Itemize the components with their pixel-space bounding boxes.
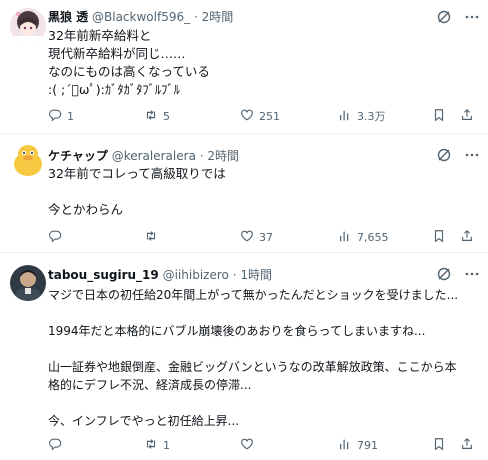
more-icon[interactable] bbox=[464, 9, 480, 29]
reply-count: 1 bbox=[67, 109, 74, 123]
tweet-text-line: 32年前でコレって高級取りでは bbox=[48, 166, 226, 181]
tweet-top-actions bbox=[436, 9, 480, 29]
timestamp[interactable]: 1時間 bbox=[240, 268, 272, 282]
like-button[interactable]: 37 bbox=[240, 228, 273, 246]
repost-icon bbox=[144, 437, 158, 454]
action-bar: 1 5 251 3.3万 bbox=[48, 107, 478, 125]
share-icon bbox=[460, 108, 474, 125]
bookmark-button[interactable] bbox=[432, 436, 446, 454]
user-handle[interactable]: @Blackwolf596_ bbox=[92, 10, 190, 24]
action-bar: 1 791 bbox=[48, 436, 478, 454]
share-icon bbox=[460, 229, 474, 246]
like-icon bbox=[240, 108, 254, 125]
avatar[interactable] bbox=[10, 8, 46, 44]
repost-icon bbox=[144, 108, 158, 125]
view-count: 7,655 bbox=[357, 230, 389, 244]
reply-button[interactable] bbox=[48, 436, 67, 454]
tweet-text-line: :( ;´ﾟωﾟ):ｶﾞﾀｶﾞﾀﾌﾞﾙﾌﾞﾙ bbox=[48, 82, 180, 97]
repost-icon bbox=[144, 229, 158, 246]
tweet-text: 32年前新卒給料と 現代新卒給料が同じ…… なのにものは高くなっている :( ;… bbox=[48, 27, 478, 99]
tweet-header: 黒狼 透 @Blackwolf596_ · 2時間 bbox=[48, 9, 233, 25]
views-button[interactable]: 3.3万 bbox=[338, 107, 386, 125]
tweet-top-actions bbox=[436, 266, 480, 286]
tweet-text-line: 32年前新卒給料と bbox=[48, 28, 152, 43]
bookmark-icon bbox=[432, 229, 446, 246]
bookmark-icon bbox=[432, 108, 446, 125]
like-icon bbox=[240, 437, 254, 454]
bookmark-button[interactable] bbox=[432, 228, 446, 246]
repost-button[interactable]: 5 bbox=[144, 107, 170, 125]
avatar[interactable] bbox=[10, 142, 46, 178]
tweet-top-actions bbox=[436, 147, 480, 167]
more-icon[interactable] bbox=[464, 266, 480, 286]
like-count: 37 bbox=[259, 230, 273, 244]
separator-dot: · bbox=[232, 268, 237, 282]
tweet-text-line: 今とかわらん bbox=[48, 202, 124, 217]
repost-count: 5 bbox=[163, 109, 170, 123]
tweet-header: tabou_sugiru_19 @iihibizero · 1時間 bbox=[48, 267, 272, 283]
action-bar: 37 7,655 bbox=[48, 228, 478, 246]
tweet[interactable]: tabou_sugiru_19 @iihibizero · 1時間 マジで日本の… bbox=[0, 253, 488, 460]
repost-count: 1 bbox=[163, 438, 170, 452]
timestamp[interactable]: 2時間 bbox=[202, 10, 234, 24]
tweet-text-line bbox=[48, 394, 478, 412]
grok-icon[interactable] bbox=[436, 9, 452, 29]
display-name[interactable]: tabou_sugiru_19 bbox=[48, 268, 159, 282]
tweet-text-line bbox=[48, 183, 478, 201]
user-handle[interactable]: @keraleralera bbox=[112, 149, 196, 163]
tweet-text-line: 山一証券や地銀倒産、金融ビッグバンというなの改革解放政策、ここから本 bbox=[48, 360, 457, 374]
views-icon bbox=[338, 229, 352, 246]
tweet-text-line bbox=[48, 304, 478, 322]
repost-button[interactable]: 1 bbox=[144, 436, 170, 454]
reply-icon bbox=[48, 108, 62, 125]
display-name[interactable]: ケチャップ bbox=[48, 149, 108, 163]
grok-icon[interactable] bbox=[436, 147, 452, 167]
user-handle[interactable]: @iihibizero bbox=[163, 268, 229, 282]
tweet[interactable]: ケチャップ @keraleralera · 2時間 32年前でコレって高級取りで… bbox=[0, 134, 488, 252]
tweet-text-line: 現代新卒給料が同じ…… bbox=[48, 46, 186, 61]
reply-button[interactable] bbox=[48, 228, 67, 246]
reply-icon bbox=[48, 437, 62, 454]
share-icon bbox=[460, 437, 474, 454]
tweet-text-line bbox=[48, 340, 478, 358]
tweet[interactable]: 黒狼 透 @Blackwolf596_ · 2時間 32年前新卒給料と 現代新卒… bbox=[0, 0, 488, 133]
like-count: 251 bbox=[259, 109, 280, 123]
view-count: 791 bbox=[357, 438, 378, 452]
display-name[interactable]: 黒狼 透 bbox=[48, 10, 88, 24]
view-count: 3.3万 bbox=[357, 110, 386, 123]
more-icon[interactable] bbox=[464, 147, 480, 167]
grok-icon[interactable] bbox=[436, 266, 452, 286]
tweet-text-line: なのにものは高くなっている bbox=[48, 64, 210, 79]
separator-dot: · bbox=[199, 149, 204, 163]
share-button[interactable] bbox=[460, 228, 474, 246]
share-button[interactable] bbox=[460, 436, 474, 454]
separator-dot: · bbox=[193, 10, 198, 24]
tweet-text-line: 1994年だと本格的にバブル崩壊後のあおりを食らってしまいますね... bbox=[48, 324, 426, 338]
views-button[interactable]: 791 bbox=[338, 436, 378, 454]
views-button[interactable]: 7,655 bbox=[338, 228, 389, 246]
tweet-text: 32年前でコレって高級取りでは 今とかわらん bbox=[48, 165, 478, 219]
reply-icon bbox=[48, 229, 62, 246]
views-icon bbox=[338, 437, 352, 454]
like-button[interactable] bbox=[240, 436, 259, 454]
reply-button[interactable]: 1 bbox=[48, 107, 74, 125]
views-icon bbox=[338, 108, 352, 125]
share-button[interactable] bbox=[460, 107, 474, 125]
like-button[interactable]: 251 bbox=[240, 107, 280, 125]
timestamp[interactable]: 2時間 bbox=[207, 149, 239, 163]
bookmark-button[interactable] bbox=[432, 107, 446, 125]
tweet-text-line: 格的にデフレ不況、経済成長の停滞... bbox=[48, 378, 252, 392]
tweet-header: ケチャップ @keraleralera · 2時間 bbox=[48, 148, 239, 164]
like-icon bbox=[240, 229, 254, 246]
avatar[interactable] bbox=[10, 265, 46, 301]
bookmark-icon bbox=[432, 437, 446, 454]
tweet-text: マジで日本の初任給20年間上がって無かったんだとショックを受けました... 19… bbox=[48, 286, 478, 430]
tweet-text-line: 今、インフレでやっと初任給上昇... bbox=[48, 414, 240, 428]
repost-button[interactable] bbox=[144, 228, 163, 246]
tweet-text-line: マジで日本の初任給20年間上がって無かったんだとショックを受けました... bbox=[48, 288, 459, 302]
